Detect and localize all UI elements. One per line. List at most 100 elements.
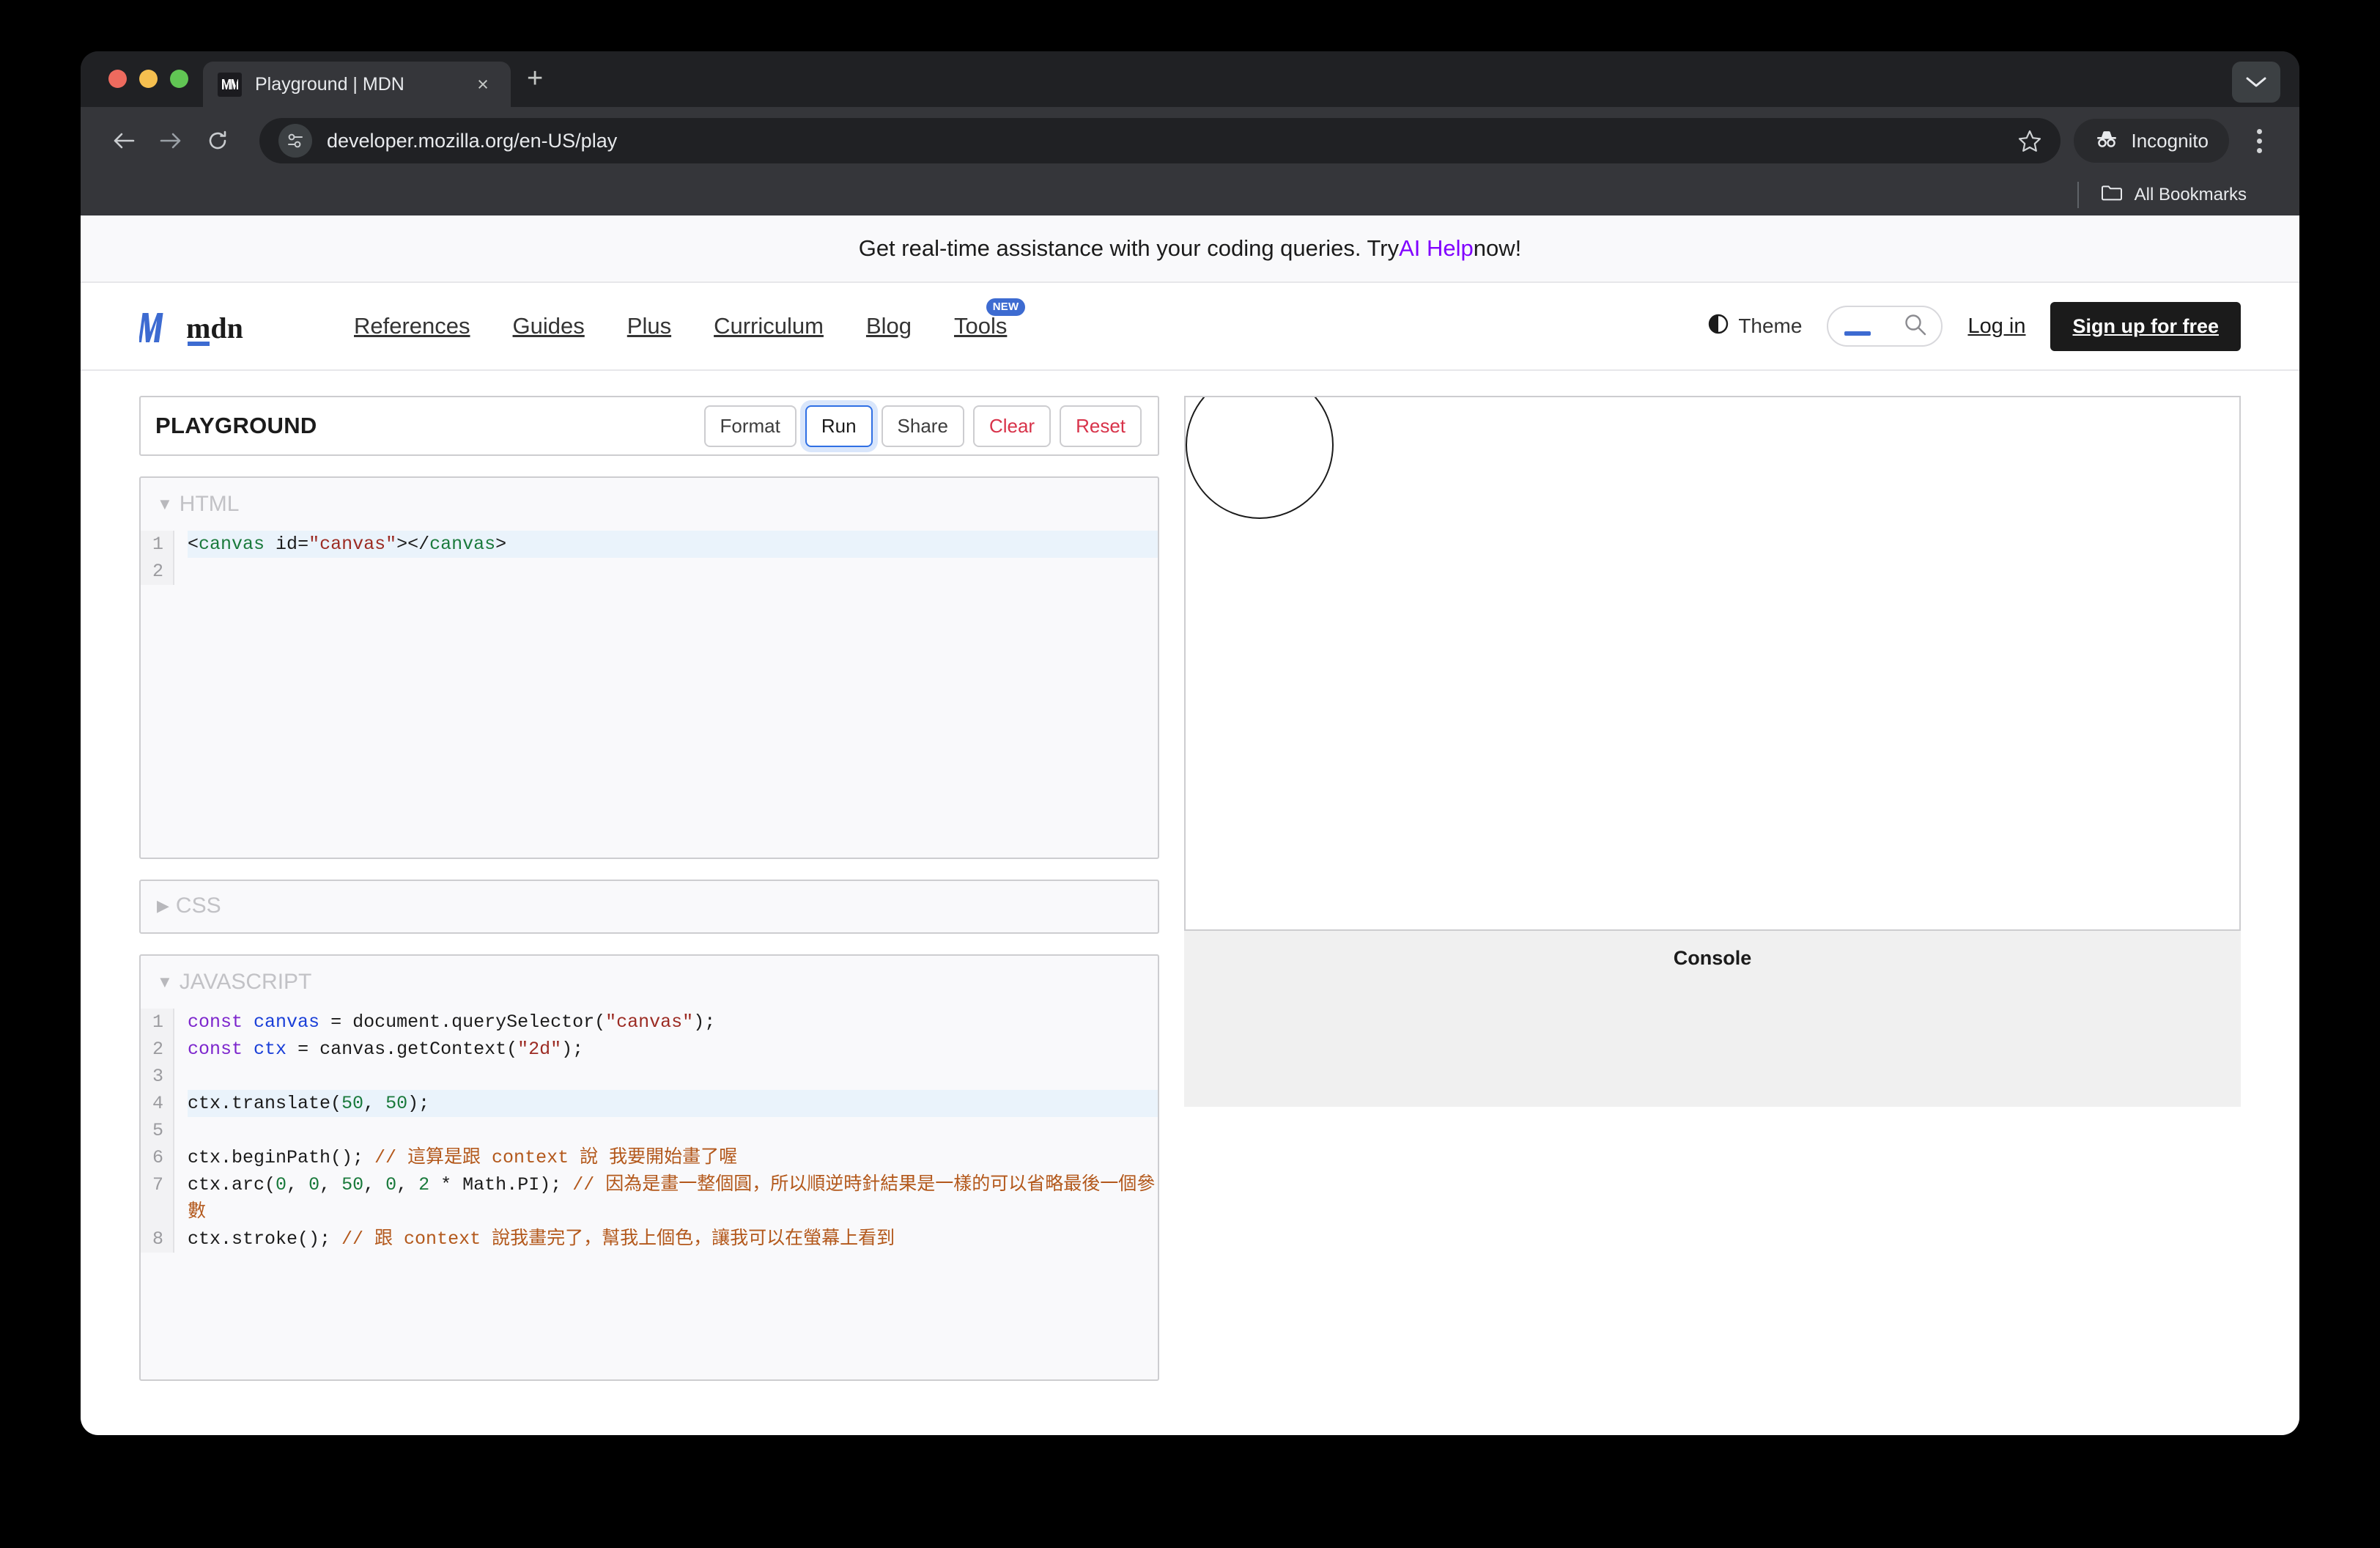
code-line: <canvas id="canvas"></canvas> bbox=[188, 531, 1158, 558]
site-settings-icon[interactable] bbox=[278, 124, 312, 158]
svg-text:mdn: mdn bbox=[186, 312, 243, 344]
mdn-favicon-icon bbox=[218, 72, 242, 97]
html-code-area[interactable]: 1 2 <canvas id="canvas"></canvas> bbox=[141, 531, 1158, 585]
bookmarks-divider bbox=[2077, 182, 2079, 208]
nav-right-actions: Theme Log in Sign up for free bbox=[1707, 301, 2241, 351]
html-panel-label: HTML bbox=[179, 492, 240, 516]
code-line: ctx.beginPath(); // 這算是跟 context 說 我要開始畫… bbox=[188, 1147, 738, 1168]
javascript-panel-toggle[interactable]: ▼ JAVASCRIPT bbox=[141, 956, 1158, 1009]
code-line: const canvas = document.querySelector("c… bbox=[188, 1011, 716, 1033]
css-panel-label: CSS bbox=[175, 893, 221, 918]
browser-window: Playground | MDN × + developer.mozilla.o… bbox=[81, 51, 2299, 1435]
search-icon[interactable] bbox=[1903, 312, 1928, 341]
folder-icon bbox=[2101, 184, 2123, 207]
nav-link-curriculum[interactable]: Curriculum bbox=[692, 313, 845, 339]
line-number: 2 bbox=[152, 1039, 163, 1060]
javascript-editor-panel: ▼ JAVASCRIPT 1 2 3 4 5 6 7 8 const canva… bbox=[139, 954, 1159, 1381]
playground-toolbar: Format Run Share Clear Reset bbox=[703, 405, 1142, 447]
address-bar[interactable]: developer.mozilla.org/en-US/play bbox=[259, 118, 2061, 163]
line-number: 6 bbox=[152, 1147, 163, 1168]
console-pane: Console bbox=[1184, 931, 2241, 1107]
all-bookmarks-button[interactable]: All Bookmarks bbox=[2101, 184, 2247, 207]
browser-toolbar: developer.mozilla.org/en-US/play Incogni… bbox=[81, 107, 2299, 174]
run-button[interactable]: Run bbox=[805, 405, 873, 447]
forward-icon[interactable] bbox=[149, 119, 192, 162]
ai-help-link[interactable]: AI Help bbox=[1399, 235, 1474, 262]
editor-column: PLAYGROUND Format Run Share Clear Reset … bbox=[139, 396, 1159, 1381]
nav-label: Plus bbox=[627, 313, 672, 339]
javascript-code-lines[interactable]: const canvas = document.querySelector("c… bbox=[174, 1009, 1158, 1253]
ai-help-banner: Get real-time assistance with your codin… bbox=[81, 215, 2299, 283]
output-column: Console bbox=[1184, 396, 2241, 1381]
signup-button[interactable]: Sign up for free bbox=[2050, 301, 2241, 351]
back-icon[interactable] bbox=[103, 119, 145, 162]
share-button[interactable]: Share bbox=[881, 405, 964, 447]
playground-layout: PLAYGROUND Format Run Share Clear Reset … bbox=[81, 371, 2299, 1381]
format-button[interactable]: Format bbox=[703, 405, 797, 447]
triangle-right-icon: ▶ bbox=[157, 896, 169, 915]
bookmarks-bar: All Bookmarks bbox=[81, 174, 2299, 215]
line-number: 1 bbox=[152, 1011, 163, 1033]
chevron-down-icon[interactable] bbox=[2232, 62, 2280, 103]
maximize-window-button[interactable] bbox=[170, 70, 188, 88]
new-badge: NEW bbox=[986, 298, 1026, 316]
html-gutter: 1 2 bbox=[141, 531, 174, 585]
line-number: 8 bbox=[152, 1228, 163, 1250]
nav-link-guides[interactable]: Guides bbox=[492, 313, 606, 339]
line-number: 1 bbox=[152, 534, 163, 555]
page-content: Get real-time assistance with your codin… bbox=[81, 215, 2299, 1435]
reload-icon[interactable] bbox=[196, 119, 239, 162]
clear-button[interactable]: Clear bbox=[972, 405, 1052, 447]
line-number: 7 bbox=[152, 1174, 163, 1195]
incognito-icon bbox=[2094, 129, 2119, 153]
search-input[interactable] bbox=[1827, 306, 1943, 347]
new-tab-button[interactable]: + bbox=[527, 64, 543, 92]
incognito-indicator[interactable]: Incognito bbox=[2074, 119, 2229, 163]
minimize-window-button[interactable] bbox=[139, 70, 158, 88]
close-window-button[interactable] bbox=[108, 70, 127, 88]
line-number: 5 bbox=[152, 1120, 163, 1141]
html-code-lines[interactable]: <canvas id="canvas"></canvas> bbox=[174, 531, 1158, 585]
theme-label: Theme bbox=[1738, 314, 1803, 337]
nav-link-blog[interactable]: Blog bbox=[845, 313, 933, 339]
nav-link-plus[interactable]: Plus bbox=[606, 313, 692, 339]
theme-contrast-icon bbox=[1707, 313, 1729, 340]
theme-switcher-button[interactable]: Theme bbox=[1707, 313, 1802, 340]
javascript-code-area[interactable]: 1 2 3 4 5 6 7 8 const canvas = document.… bbox=[141, 1009, 1158, 1253]
javascript-panel-label: JAVASCRIPT bbox=[179, 970, 312, 994]
html-panel-toggle[interactable]: ▼ HTML bbox=[141, 478, 1158, 531]
browser-tab[interactable]: Playground | MDN × bbox=[203, 62, 511, 107]
mdn-navigation-bar: mdn References Guides Plus Curriculum Bl… bbox=[81, 283, 2299, 371]
window-traffic-lights bbox=[81, 70, 203, 107]
console-title: Console bbox=[1673, 947, 1752, 969]
line-number: 2 bbox=[152, 561, 163, 582]
nav-label: Guides bbox=[512, 313, 585, 339]
css-panel-toggle[interactable]: ▶ CSS bbox=[141, 881, 1158, 931]
close-tab-icon[interactable]: × bbox=[468, 74, 498, 95]
banner-text-after: now! bbox=[1473, 235, 1522, 261]
code-line: const ctx = canvas.getContext("2d"); bbox=[188, 1039, 584, 1060]
reset-button[interactable]: Reset bbox=[1060, 405, 1142, 447]
mdn-logo[interactable]: mdn bbox=[139, 306, 259, 347]
bookmark-star-icon[interactable] bbox=[2009, 120, 2050, 161]
line-number: 4 bbox=[152, 1093, 163, 1114]
triangle-down-icon: ▼ bbox=[157, 973, 173, 991]
nav-link-tools[interactable]: Tools NEW bbox=[933, 298, 1028, 339]
nav-label: Tools bbox=[953, 313, 1008, 339]
line-number: 3 bbox=[152, 1066, 163, 1087]
html-editor-panel: ▼ HTML 1 2 <canvas id="canvas"></canvas> bbox=[139, 476, 1159, 859]
css-editor-panel: ▶ CSS bbox=[139, 880, 1159, 934]
browser-menu-icon[interactable] bbox=[2238, 119, 2280, 162]
playground-header: PLAYGROUND Format Run Share Clear Reset bbox=[139, 396, 1159, 456]
code-line: ctx.stroke(); // 跟 context 說我畫完了，幫我上個色，讓… bbox=[188, 1228, 895, 1250]
nav-label: References bbox=[354, 313, 470, 339]
javascript-gutter: 1 2 3 4 5 6 7 8 bbox=[141, 1009, 174, 1253]
page-title: PLAYGROUND bbox=[155, 413, 317, 438]
nav-link-references[interactable]: References bbox=[333, 313, 492, 339]
banner-text-before: Get real-time assistance with your codin… bbox=[858, 235, 1400, 261]
search-cursor bbox=[1844, 331, 1871, 336]
login-link[interactable]: Log in bbox=[1967, 314, 2025, 339]
